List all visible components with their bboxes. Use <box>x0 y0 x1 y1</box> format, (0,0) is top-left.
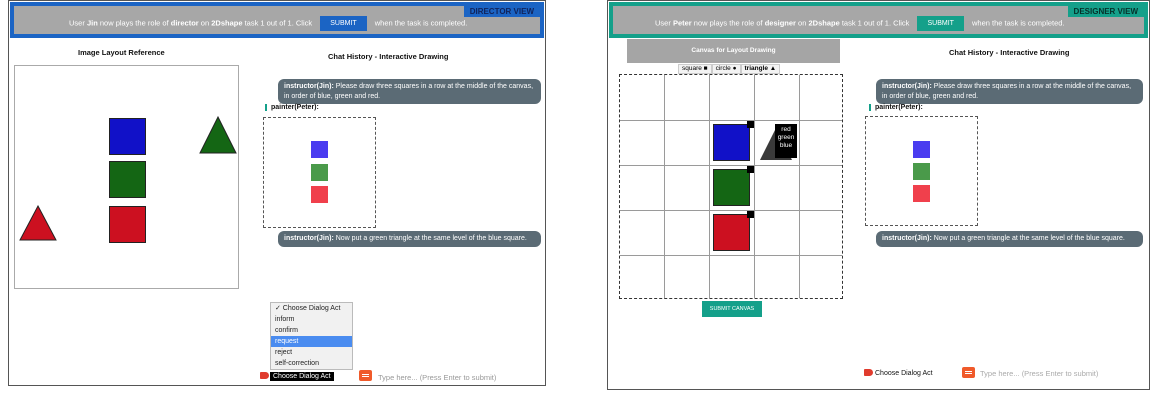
dialog-option[interactable]: inform <box>271 314 352 325</box>
resize-handle[interactable] <box>747 211 754 218</box>
designer-view-badge: DESIGNER VIEW <box>1067 6 1144 17</box>
role-name: designer <box>764 18 796 28</box>
task-name: 2Dshape <box>211 18 243 28</box>
message-input[interactable]: Type here... (Press Enter to submit) <box>980 369 1098 378</box>
chat-icon <box>962 367 975 378</box>
color-option-red[interactable]: red <box>775 126 797 134</box>
director-view-panel: DIRECTOR VIEW User Jin now plays the rol… <box>8 0 546 386</box>
square-tab[interactable]: square ■ <box>678 64 712 74</box>
submit-button[interactable]: SUBMIT <box>320 16 367 31</box>
dialog-option[interactable]: ✓ Choose Dialog Act <box>271 303 352 314</box>
color-option-green[interactable]: green <box>775 134 797 142</box>
reference-green-square <box>109 161 146 198</box>
painter-label: painter(Peter): <box>869 104 923 111</box>
role-name: director <box>170 18 199 28</box>
submit-button[interactable]: SUBMIT <box>917 16 964 31</box>
reference-red-triangle <box>19 205 57 241</box>
dialog-option[interactable]: reject <box>271 347 352 358</box>
dialog-option[interactable]: confirm <box>271 325 352 336</box>
canvas-red-square[interactable] <box>713 214 750 251</box>
resize-handle[interactable] <box>747 166 754 173</box>
resize-handle[interactable] <box>747 121 754 128</box>
circle-tab[interactable]: circle ● <box>711 64 741 74</box>
canvas-green-square[interactable] <box>713 169 750 206</box>
shape-selector: square ■ circle ● triangle ▲ <box>678 64 781 74</box>
reference-blue-square <box>109 118 146 155</box>
painter-canvas-snapshot <box>865 116 978 226</box>
drawing-canvas[interactable]: red green blue <box>619 74 843 299</box>
snapshot-red-square <box>311 186 328 203</box>
chat-message-instructor: instructor(Jin): Now put a green triangl… <box>278 231 541 247</box>
role-description: User Peter now plays the role of designe… <box>655 16 1065 31</box>
snapshot-green-square <box>311 164 328 181</box>
color-picker-popup[interactable]: red green blue <box>775 124 797 158</box>
reference-title: Image Layout Reference <box>78 48 165 57</box>
director-view-badge: DIRECTOR VIEW <box>463 6 540 17</box>
dialog-act-dropdown-menu[interactable]: ✓ Choose Dialog Act inform confirm reque… <box>270 302 353 370</box>
dialog-act-select[interactable]: Choose Dialog Act <box>270 372 334 381</box>
designer-view-panel: DESIGNER VIEW User Peter now plays the r… <box>607 0 1150 390</box>
painter-label: painter(Peter): <box>265 104 319 111</box>
message-input[interactable]: Type here... (Press Enter to submit) <box>378 373 496 382</box>
director-banner: DIRECTOR VIEW User Jin now plays the rol… <box>10 2 544 38</box>
color-option-blue[interactable]: blue <box>775 142 797 150</box>
chat-message-instructor: instructor(Jin): Please draw three squar… <box>278 79 541 104</box>
image-layout-reference <box>14 65 239 289</box>
role-description: User Jin now plays the role of director … <box>69 16 467 31</box>
flag-icon <box>864 369 873 376</box>
snapshot-green-square <box>913 163 930 180</box>
chat-icon <box>359 370 372 381</box>
task-name: 2Dshape <box>808 18 840 28</box>
snapshot-red-square <box>913 185 930 202</box>
flag-icon <box>260 372 269 379</box>
dialog-option[interactable]: self-correction <box>271 358 352 369</box>
chat-title: Chat History - Interactive Drawing <box>328 52 449 61</box>
triangle-tab[interactable]: triangle ▲ <box>740 64 781 74</box>
user-name: Peter <box>672 18 692 28</box>
snapshot-blue-square <box>913 141 930 158</box>
chat-message-instructor: instructor(Jin): Please draw three squar… <box>876 79 1143 104</box>
chat-title: Chat History - Interactive Drawing <box>949 48 1070 57</box>
submit-canvas-button[interactable]: SUBMIT CANVAS <box>702 301 762 317</box>
canvas-blue-square[interactable] <box>713 124 750 161</box>
canvas-title: Canvas for Layout Drawing <box>627 39 840 63</box>
designer-banner: DESIGNER VIEW User Peter now plays the r… <box>609 2 1148 38</box>
dialog-option[interactable]: request <box>271 336 352 347</box>
user-name: Jin <box>86 18 98 28</box>
dialog-act-select[interactable]: Choose Dialog Act <box>875 370 933 377</box>
reference-green-triangle <box>199 116 237 154</box>
snapshot-blue-square <box>311 141 328 158</box>
chat-message-instructor: instructor(Jin): Now put a green triangl… <box>876 231 1143 247</box>
reference-red-square <box>109 206 146 243</box>
painter-canvas-snapshot <box>263 117 376 228</box>
